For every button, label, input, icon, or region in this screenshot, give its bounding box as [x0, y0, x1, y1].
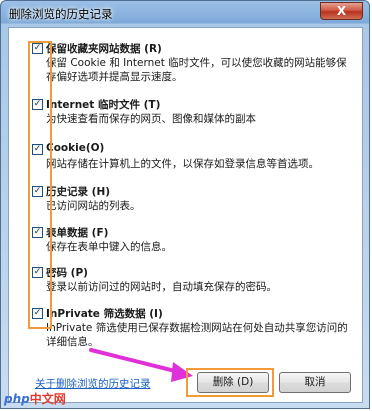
- watermark-site: 中文网: [29, 392, 66, 406]
- option-title: InPrivate 筛选数据 (I): [46, 308, 163, 320]
- option-description: 为快速查看而保存的网页、图像和媒体的副本: [46, 113, 256, 125]
- checkbox-temp-files[interactable]: ✓: [32, 99, 43, 110]
- option-title: Internet 临时文件 (T): [46, 99, 161, 111]
- option-description: 登录以前访问过的网站时，自动填充保存的密码。: [46, 281, 277, 293]
- title-bar[interactable]: 删除浏览的历史记录 X: [1, 1, 369, 25]
- checkbox-preserve-favorites[interactable]: ✓: [32, 43, 43, 54]
- checkbox-cookies[interactable]: ✓: [32, 144, 43, 155]
- checkbox-history[interactable]: ✓: [32, 186, 43, 197]
- option-title: 密码 (P): [46, 267, 88, 279]
- option-title: 保留收藏夹网站数据 (R): [46, 43, 162, 55]
- delete-button[interactable]: 删除 (D): [197, 372, 269, 393]
- option-title: Cookie(O): [46, 142, 105, 154]
- option-description: 已访问网站的列表。: [46, 200, 141, 212]
- checkbox-passwords[interactable]: ✓: [32, 267, 43, 278]
- option-title: 表单数据 (F): [46, 227, 109, 239]
- watermark-brand: php: [4, 392, 30, 406]
- close-button[interactable]: X: [320, 2, 363, 20]
- option-description: 网站存储在计算机上的文件，以保存如登录信息等首选项。: [46, 158, 319, 170]
- cancel-button[interactable]: 取消: [279, 372, 351, 393]
- about-delete-history-link[interactable]: 关于删除浏览的历史记录: [35, 376, 151, 391]
- option-description: InPrivate 筛选使用已保存数据检测网站在何处自动共享您访问的详细信息。: [46, 322, 348, 348]
- close-icon: X: [336, 4, 347, 18]
- checkbox-form-data[interactable]: ✓: [32, 227, 43, 238]
- dialog-body: ✓ 保留收藏夹网站数据 (R) 保留 Cookie 和 Internet 临时文…: [8, 27, 363, 403]
- option-title: 历史记录 (H): [46, 186, 111, 198]
- watermark-logo: php中文网: [4, 390, 66, 407]
- option-description: 保存在表单中键入的信息。: [46, 241, 172, 253]
- dialog-title: 删除浏览的历史记录: [9, 7, 113, 21]
- checkbox-inprivate-filtering[interactable]: ✓: [32, 308, 43, 319]
- delete-browsing-history-dialog: 删除浏览的历史记录 X ✓ 保留收藏夹网站数据 (R) 保留 Cookie 和 …: [0, 0, 370, 409]
- option-description: 保留 Cookie 和 Internet 临时文件，可以使您收藏的网站能够保存偏…: [46, 57, 347, 83]
